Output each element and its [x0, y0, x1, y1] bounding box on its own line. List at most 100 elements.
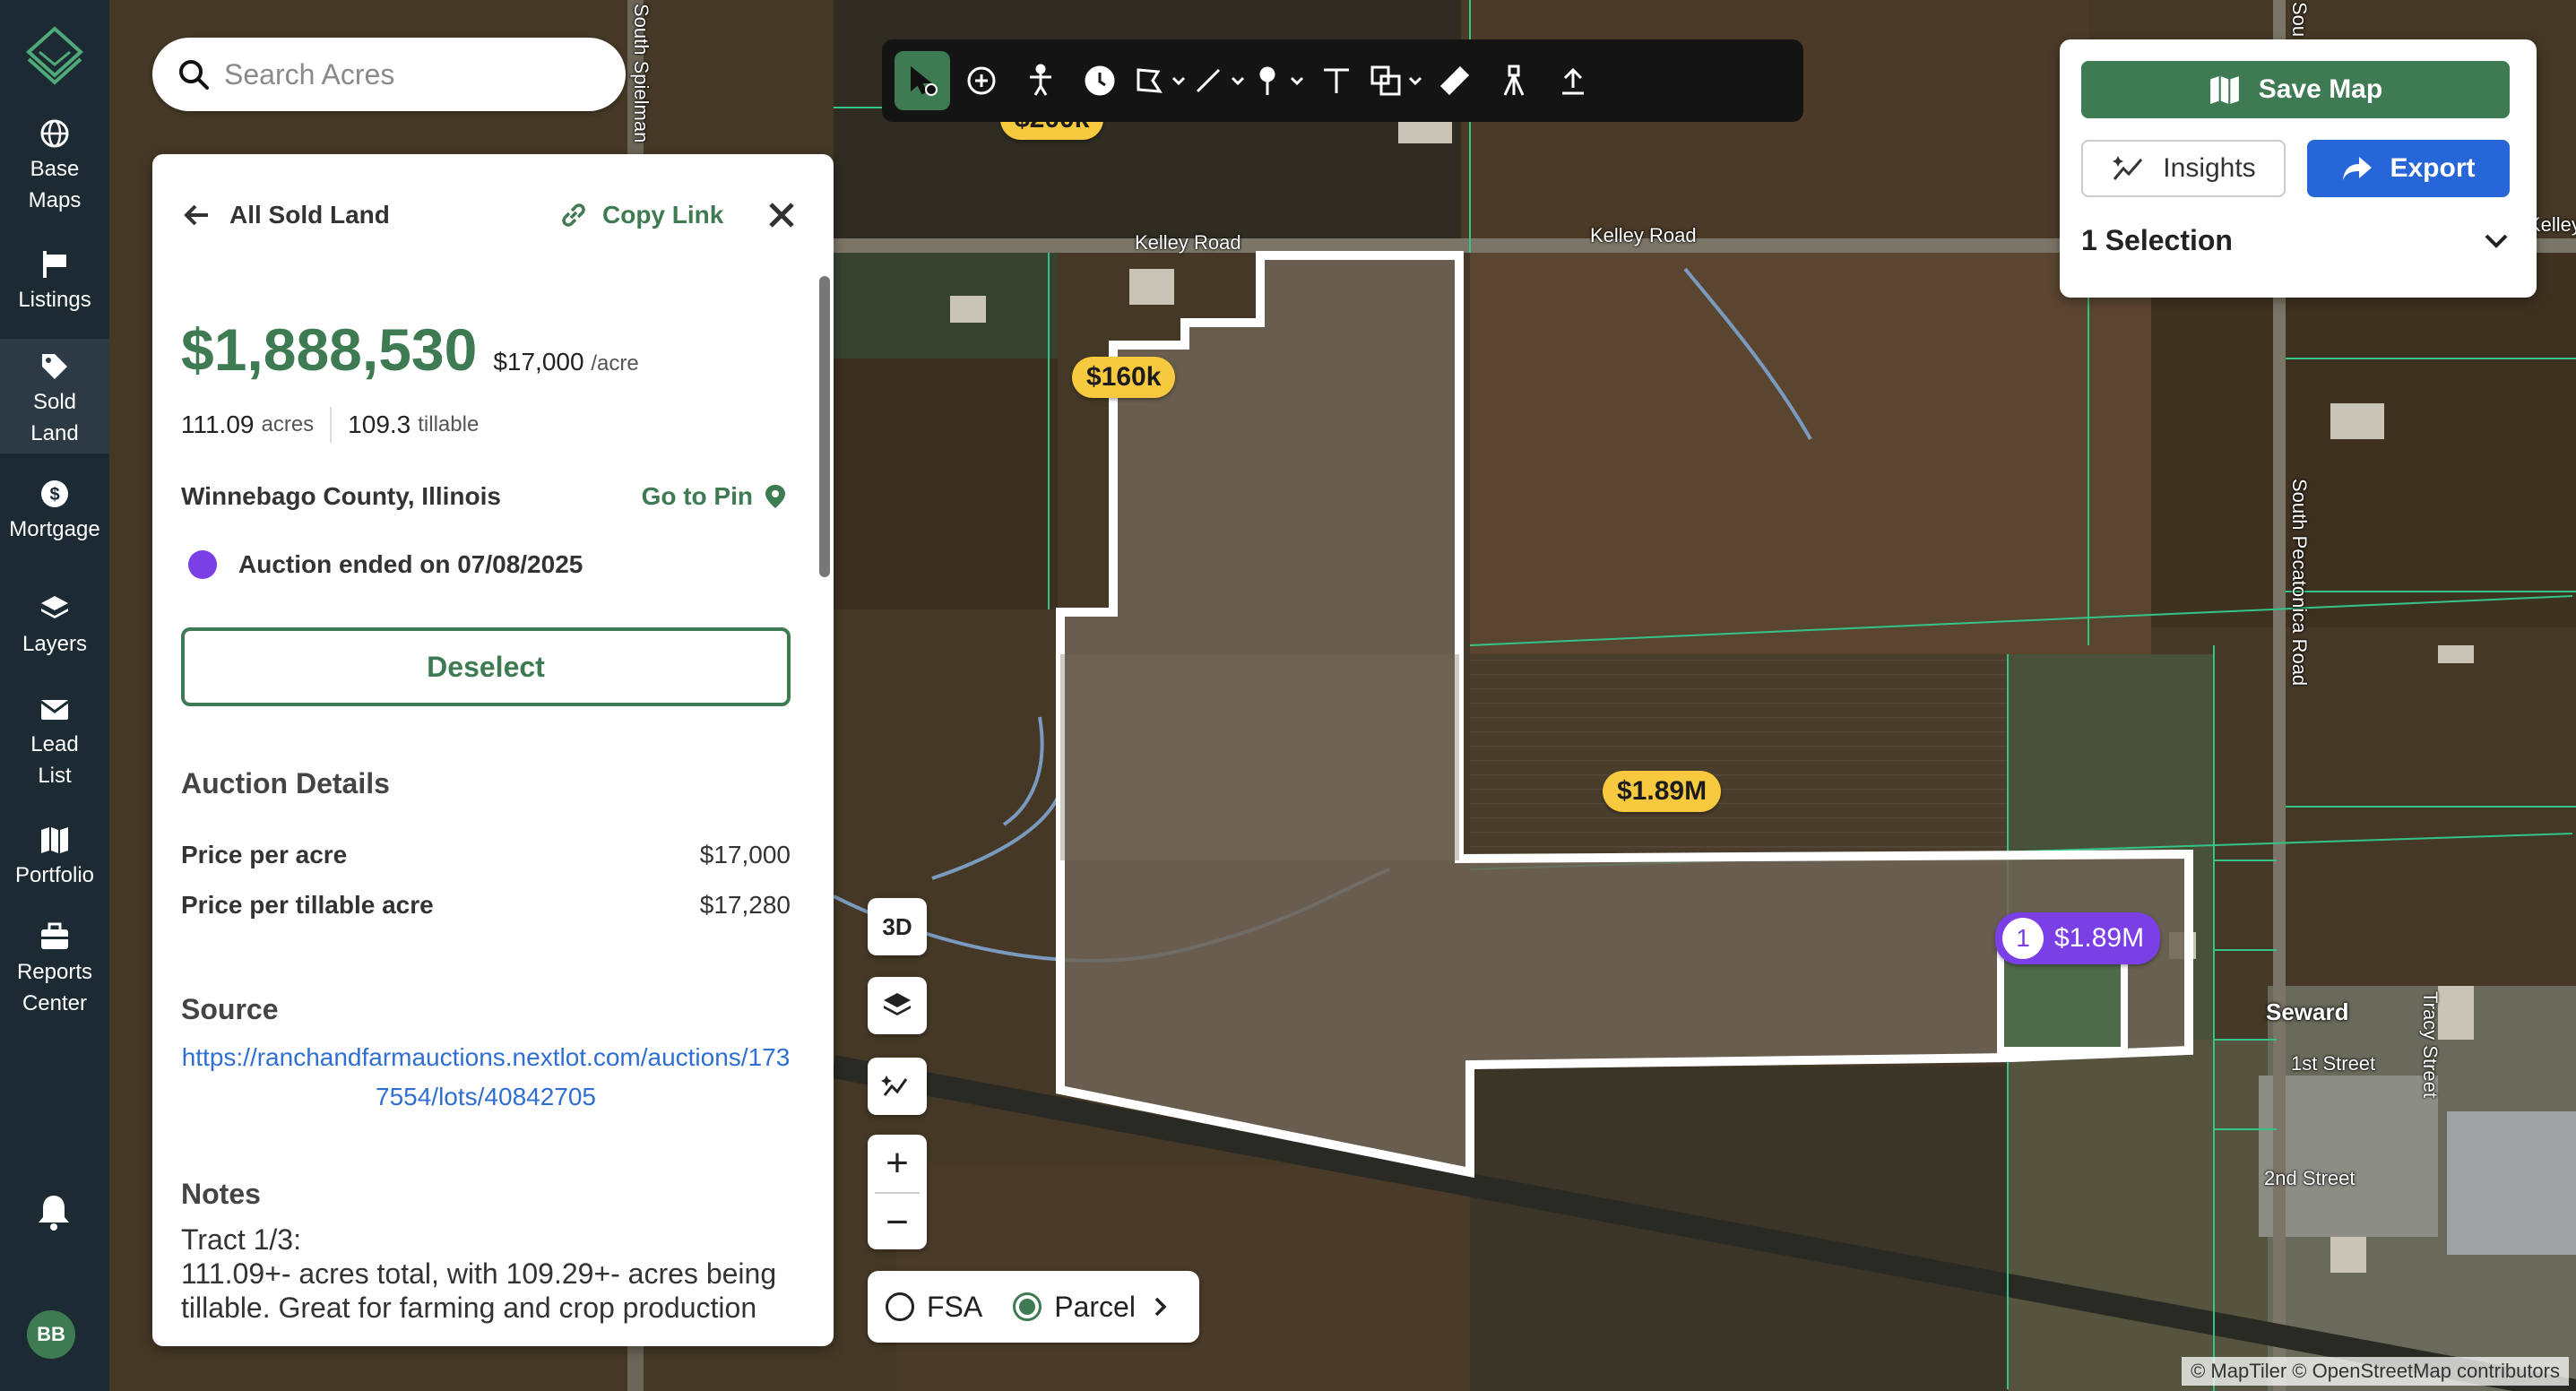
pin-tool-button[interactable]: [1249, 51, 1305, 110]
source-url-link[interactable]: https://ranchandfarmauctions.nextlot.com…: [181, 1038, 791, 1117]
arrow-left-icon: [184, 204, 208, 226]
app-logo[interactable]: [23, 25, 86, 88]
detail-value: $17,280: [699, 891, 791, 919]
polygon-tool-button[interactable]: [1131, 51, 1187, 110]
export-button[interactable]: Export: [2307, 140, 2510, 197]
insights-button[interactable]: Insights: [2081, 140, 2286, 197]
search-input[interactable]: [224, 57, 583, 91]
road-label-sou: Sou: [2288, 2, 2311, 38]
chevron-down-icon: [1408, 76, 1422, 86]
add-point-tool-button[interactable]: [954, 51, 1009, 110]
parcel-label: Parcel: [1054, 1290, 1136, 1323]
location-pin-icon: [765, 485, 785, 508]
map-insights-button[interactable]: [868, 1058, 927, 1115]
panel-scrollbar[interactable]: [819, 276, 830, 577]
notifications-bell-icon[interactable]: [34, 1192, 73, 1231]
drawing-toolbar: [882, 39, 1803, 122]
tag-icon: [42, 354, 67, 379]
share-arrow-icon: [2343, 157, 2373, 180]
location-line: Winnebago County, Illinois Go to Pin: [181, 482, 787, 511]
survey-tool-button[interactable]: [1486, 51, 1542, 110]
go-to-pin-button[interactable]: Go to Pin: [642, 482, 787, 511]
selection-label: 1 Selection: [2081, 224, 2233, 256]
map-icon: [41, 827, 68, 853]
notes-line: 111.09+- acres total, with 109.29+- acre…: [181, 1257, 777, 1324]
notes-body: Tract 1/3: 111.09+- acres total, with 10…: [181, 1223, 808, 1325]
town-label-seward: Seward: [2266, 998, 2349, 1025]
sparkle-chart-icon: [881, 1076, 908, 1096]
sidebar-label: Lead List: [30, 732, 79, 788]
acres-label: acres: [261, 412, 315, 436]
notes-title: Notes: [181, 1178, 261, 1210]
back-to-all-sold-land-link[interactable]: All Sold Land: [181, 199, 390, 231]
go-to-pin-label: Go to Pin: [641, 482, 753, 510]
line-tool-button[interactable]: [1190, 51, 1246, 110]
back-label: All Sold Land: [229, 201, 390, 229]
search-bar[interactable]: [152, 38, 626, 111]
total-acres: 111.09: [181, 410, 255, 438]
line-icon: [1196, 68, 1221, 93]
sidebar-item-lead-list[interactable]: Lead List: [0, 694, 109, 794]
price-pill-160k[interactable]: $160k: [1072, 357, 1176, 398]
shape-icon: [1370, 65, 1401, 96]
chevron-right-icon[interactable]: [1148, 1294, 1173, 1319]
price-per-acre-summary: $17,000 /acre: [493, 348, 639, 376]
road-label-2nd-street: 2nd Street: [2264, 1167, 2356, 1189]
save-map-button[interactable]: Save Map: [2081, 61, 2510, 118]
ruler-tool-button[interactable]: [1427, 51, 1482, 110]
globe-icon: [40, 119, 69, 148]
svg-text:$: $: [49, 485, 59, 505]
selected-parcel-pill[interactable]: 1 $1.89M: [1995, 912, 2161, 964]
map-actions-card: Save Map Insights Export 1 Selection: [2060, 39, 2537, 298]
sidebar-item-mortgage[interactable]: $ Mortgage: [0, 479, 109, 550]
text-tool-button[interactable]: [1309, 51, 1364, 110]
sidebar-item-portfolio[interactable]: Portfolio: [0, 825, 109, 896]
close-icon[interactable]: [764, 197, 800, 233]
shape-tool-button[interactable]: [1368, 51, 1423, 110]
auction-status: Auction ended on 07/08/2025: [188, 550, 583, 579]
selection-number: 1: [2002, 918, 2044, 959]
auction-status-dot: [188, 550, 217, 579]
copy-link-label: Copy Link: [602, 201, 724, 229]
chevron-down-icon: [1171, 76, 1186, 86]
sign-icon: [43, 251, 66, 278]
dollar-icon: $: [41, 480, 68, 507]
map-icon: [2209, 76, 2239, 104]
zoom-out-button[interactable]: −: [868, 1194, 927, 1251]
auction-status-text: Auction ended on 07/08/2025: [238, 550, 583, 578]
acreage-summary: 111.09 acres 109.3 tillable: [181, 407, 479, 443]
sidebar-item-layers[interactable]: Layers: [0, 593, 109, 665]
history-tool-button[interactable]: [1072, 51, 1128, 110]
3d-toggle-button[interactable]: 3D: [868, 898, 927, 955]
auction-details-title: Auction Details: [181, 767, 390, 799]
upload-tool-button[interactable]: [1545, 51, 1601, 110]
map-layers-button[interactable]: [868, 977, 927, 1034]
road-label-south-spielman: South Spielman: [630, 4, 653, 143]
zoom-controls: + −: [868, 1135, 927, 1249]
link-icon: [562, 203, 585, 227]
county-name: Winnebago County, Illinois: [181, 482, 501, 510]
sold-land-detail-panel: All Sold Land Copy Link $1,888,530 $17,0…: [152, 154, 834, 1346]
sidebar-label: Portfolio: [14, 863, 95, 887]
divider: [330, 407, 333, 443]
sidebar-label: Layers: [22, 632, 88, 656]
parcel-radio[interactable]: [1013, 1292, 1042, 1321]
fsa-radio[interactable]: [886, 1292, 914, 1321]
copy-link-button[interactable]: Copy Link: [558, 199, 723, 231]
layers-icon: [884, 993, 911, 1015]
selection-dropdown[interactable]: 1 Selection: [2081, 224, 2511, 257]
clock-icon: [1085, 65, 1115, 96]
sidebar-item-reports-center[interactable]: Reports Center: [0, 921, 109, 1022]
user-avatar[interactable]: BB: [27, 1310, 75, 1359]
sidebar-item-base-maps[interactable]: Base Maps: [0, 118, 109, 219]
person-tool-button[interactable]: [1013, 51, 1068, 110]
select-tool-button[interactable]: [895, 51, 950, 110]
sparkle-chart-icon: [2113, 156, 2143, 180]
sidebar-item-listings[interactable]: Listings: [0, 249, 109, 321]
detail-key: Price per tillable acre: [181, 891, 434, 919]
sidebar-label: Mortgage: [9, 517, 100, 541]
zoom-in-button[interactable]: +: [868, 1135, 927, 1192]
deselect-button[interactable]: Deselect: [181, 627, 791, 706]
price-pill-1-89m[interactable]: $1.89M: [1603, 771, 1722, 812]
sidebar-item-sold-land[interactable]: Sold Land: [0, 339, 109, 454]
